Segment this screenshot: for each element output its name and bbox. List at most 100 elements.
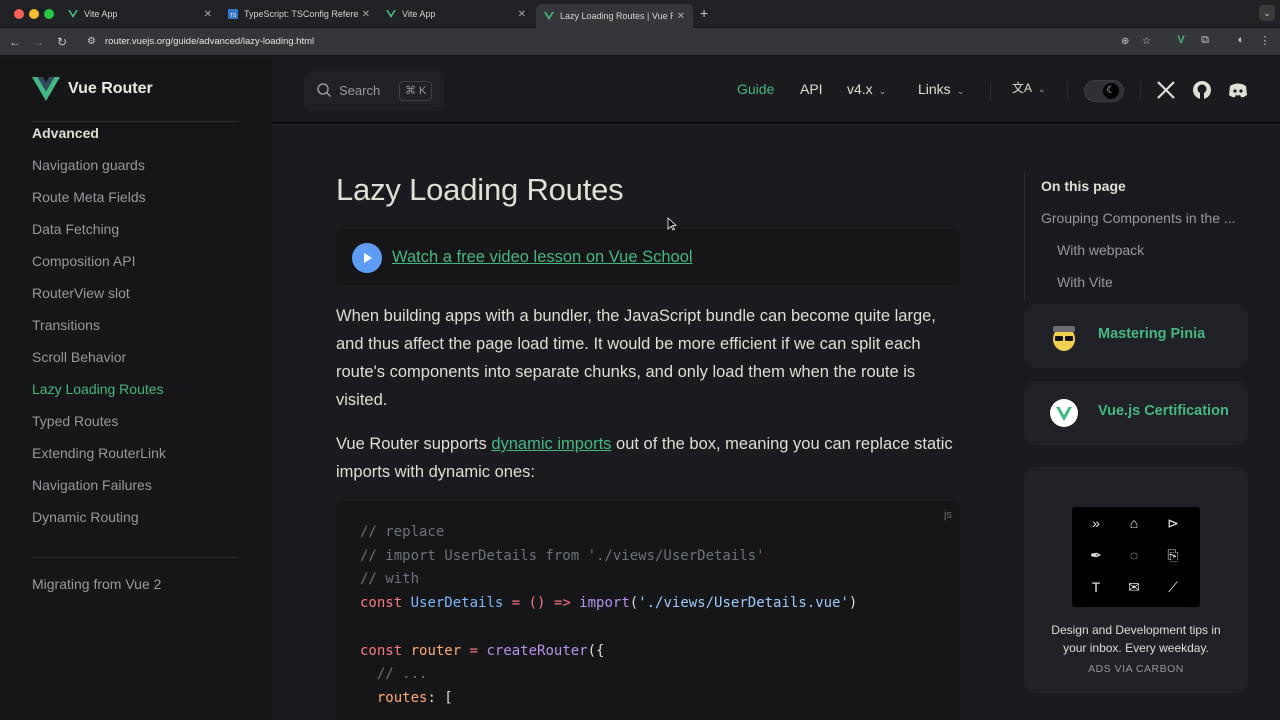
text: Vue Router supports	[336, 435, 492, 453]
forward-icon[interactable]: →	[29, 33, 47, 51]
ad-image[interactable]: » ⌂ ⊳ ✒ ◌ ⎘ T ✉ ⟋	[1072, 507, 1200, 607]
nav-links-dropdown[interactable]: Links ⌄	[918, 81, 964, 97]
vue-logo-icon	[32, 77, 60, 101]
close-tab-icon[interactable]: ✕	[518, 9, 526, 20]
browser-menu-icon[interactable]: ⋮	[1257, 34, 1273, 47]
code-punctuation: : [	[427, 689, 453, 706]
carbon-ad[interactable]: » ⌂ ⊳ ✒ ◌ ⎘ T ✉ ⟋ Design and Development…	[1024, 467, 1248, 693]
sidebar-item-routerview-slot[interactable]: RouterView slot	[32, 285, 130, 301]
cursor-plus-icon: ⊳	[1167, 515, 1179, 531]
nav-api[interactable]: API	[800, 81, 823, 97]
code-property: routes	[360, 689, 428, 706]
search-icon	[317, 83, 332, 98]
toc-item-with-vite[interactable]: With Vite	[1057, 274, 1113, 290]
discord-icon[interactable]	[1227, 79, 1249, 101]
reload-icon[interactable]: ↻	[53, 33, 71, 51]
vue-devtools-icon[interactable]: V	[1173, 34, 1189, 46]
sponsor-mastering-pinia[interactable]: Mastering Pinia	[1024, 304, 1248, 368]
sidebar-item-dynamic-routing[interactable]: Dynamic Routing	[32, 509, 139, 525]
browser-tab[interactable]: TS TypeScript: TSConfig Referen ✕	[220, 4, 378, 24]
site-info-icon[interactable]: ⚙	[87, 36, 96, 47]
browser-tab[interactable]: Vite App ✕	[378, 4, 534, 24]
sidebar-item-scroll-behavior[interactable]: Scroll Behavior	[32, 349, 126, 365]
play-icon[interactable]	[352, 243, 382, 273]
search-button[interactable]: Search ⌘ K	[304, 71, 444, 111]
ads-via-carbon-link[interactable]: ADS VIA CARBON	[1038, 663, 1234, 675]
extensions-icon[interactable]: ⧉	[1197, 34, 1213, 47]
browser-tab-active[interactable]: Lazy Loading Routes | Vue Ro ✕	[536, 4, 693, 28]
video-lesson-banner[interactable]: Watch a free video lesson on Vue School	[336, 229, 960, 285]
sidebar-item-navigation-guards[interactable]: Navigation guards	[32, 157, 145, 173]
certification-badge-icon	[1050, 399, 1078, 427]
sidebar-item-typed-routes[interactable]: Typed Routes	[32, 413, 118, 429]
close-window-button[interactable]	[14, 9, 24, 19]
divider	[1024, 171, 1025, 301]
nav-version-dropdown[interactable]: v4.x ⌄	[847, 81, 886, 97]
vue-icon	[68, 10, 78, 18]
dark-mode-toggle[interactable]: ☾	[1084, 80, 1124, 102]
maximize-window-button[interactable]	[44, 9, 54, 19]
pen-icon: ✒	[1090, 547, 1102, 563]
sidebar-item-route-meta-fields[interactable]: Route Meta Fields	[32, 189, 146, 205]
vue-icon	[386, 10, 396, 18]
code-comment: // ...	[360, 666, 428, 683]
web-page: Vue Router Advanced Navigation guards Ro…	[0, 57, 1280, 720]
bookmark-star-icon[interactable]: ☆	[1142, 36, 1151, 47]
x-twitter-icon[interactable]	[1155, 79, 1177, 101]
sidebar-item-lazy-loading-routes[interactable]: Lazy Loading Routes	[32, 381, 164, 397]
frame-icon: ✉	[1128, 579, 1140, 595]
github-icon[interactable]	[1191, 79, 1213, 101]
sidebar: Vue Router Advanced Navigation guards Ro…	[0, 57, 272, 720]
sidebar-section-title: Advanced	[32, 125, 99, 141]
text-tool-icon: T	[1091, 579, 1101, 595]
page-title: Lazy Loading Routes	[336, 172, 624, 207]
tab-search-button[interactable]: ⌄	[1259, 5, 1275, 21]
video-lesson-link[interactable]: Watch a free video lesson on Vue School	[392, 248, 693, 267]
back-icon[interactable]: ←	[6, 33, 24, 51]
code-keyword: const	[360, 642, 403, 659]
zoom-icon[interactable]: ⊕	[1121, 36, 1129, 47]
divider	[32, 557, 239, 558]
sidebar-item-migrating-from-vue-2[interactable]: Migrating from Vue 2	[32, 576, 161, 592]
chevron-down-icon: ⌄	[878, 86, 887, 96]
code-operator: = () =>	[503, 595, 580, 612]
browser-toolbar: ← → ↻ ⚙ router.vuejs.org/guide/advanced/…	[0, 28, 1280, 56]
nav-guide[interactable]: Guide	[737, 81, 774, 97]
tab-title: Vite App	[402, 9, 436, 19]
toc-item-grouping-components[interactable]: Grouping Components in the ...	[1041, 210, 1236, 226]
code-identifier: UserDetails	[402, 595, 504, 612]
url-text[interactable]: router.vuejs.org/guide/advanced/lazy-loa…	[105, 36, 314, 47]
code-block[interactable]: js // replace // import UserDetails from…	[336, 501, 960, 720]
code-keyword: const	[360, 595, 403, 612]
lasso-icon: ◌	[1129, 547, 1139, 563]
sidebar-item-data-fetching[interactable]: Data Fetching	[32, 221, 119, 237]
sidebar-item-extending-routerlink[interactable]: Extending RouterLink	[32, 445, 166, 461]
address-bar[interactable]: ⚙ router.vuejs.org/guide/advanced/lazy-l…	[78, 32, 1162, 52]
code-function: import	[579, 595, 630, 612]
code-comment: // import UserDetails from './views/User…	[360, 547, 765, 564]
close-tab-icon[interactable]: ✕	[204, 9, 212, 20]
divider	[1140, 81, 1141, 101]
sidebar-item-transitions[interactable]: Transitions	[32, 317, 100, 333]
browser-tab[interactable]: Vite App ✕	[60, 4, 220, 24]
minimize-window-button[interactable]	[29, 9, 39, 19]
profile-avatar[interactable]: ◐	[1233, 34, 1249, 46]
close-tab-icon[interactable]: ✕	[677, 11, 685, 22]
close-tab-icon[interactable]: ✕	[362, 9, 370, 20]
divider	[990, 81, 991, 101]
ad-text[interactable]: Design and Development tips in your inbo…	[1038, 621, 1234, 657]
mouse-cursor-icon	[667, 217, 677, 231]
new-tab-button[interactable]: +	[700, 5, 708, 21]
paragraph: When building apps with a bundler, the J…	[336, 307, 936, 409]
sidebar-item-navigation-failures[interactable]: Navigation Failures	[32, 477, 152, 493]
brand-link[interactable]: Vue Router	[32, 77, 153, 101]
toc-item-with-webpack[interactable]: With webpack	[1057, 242, 1144, 258]
sponsor-vuejs-certification[interactable]: Vue.js Certification	[1024, 381, 1248, 445]
language-switcher[interactable]: 文A ⌄	[1012, 79, 1046, 96]
sidebar-item-composition-api[interactable]: Composition API	[32, 253, 136, 269]
code-language-label: js	[944, 509, 952, 521]
search-shortcut: ⌘ K	[399, 81, 433, 101]
chevron-down-icon: ⌄	[956, 86, 965, 96]
dynamic-imports-link[interactable]: dynamic imports	[491, 435, 611, 453]
code-operator: =	[461, 642, 487, 659]
